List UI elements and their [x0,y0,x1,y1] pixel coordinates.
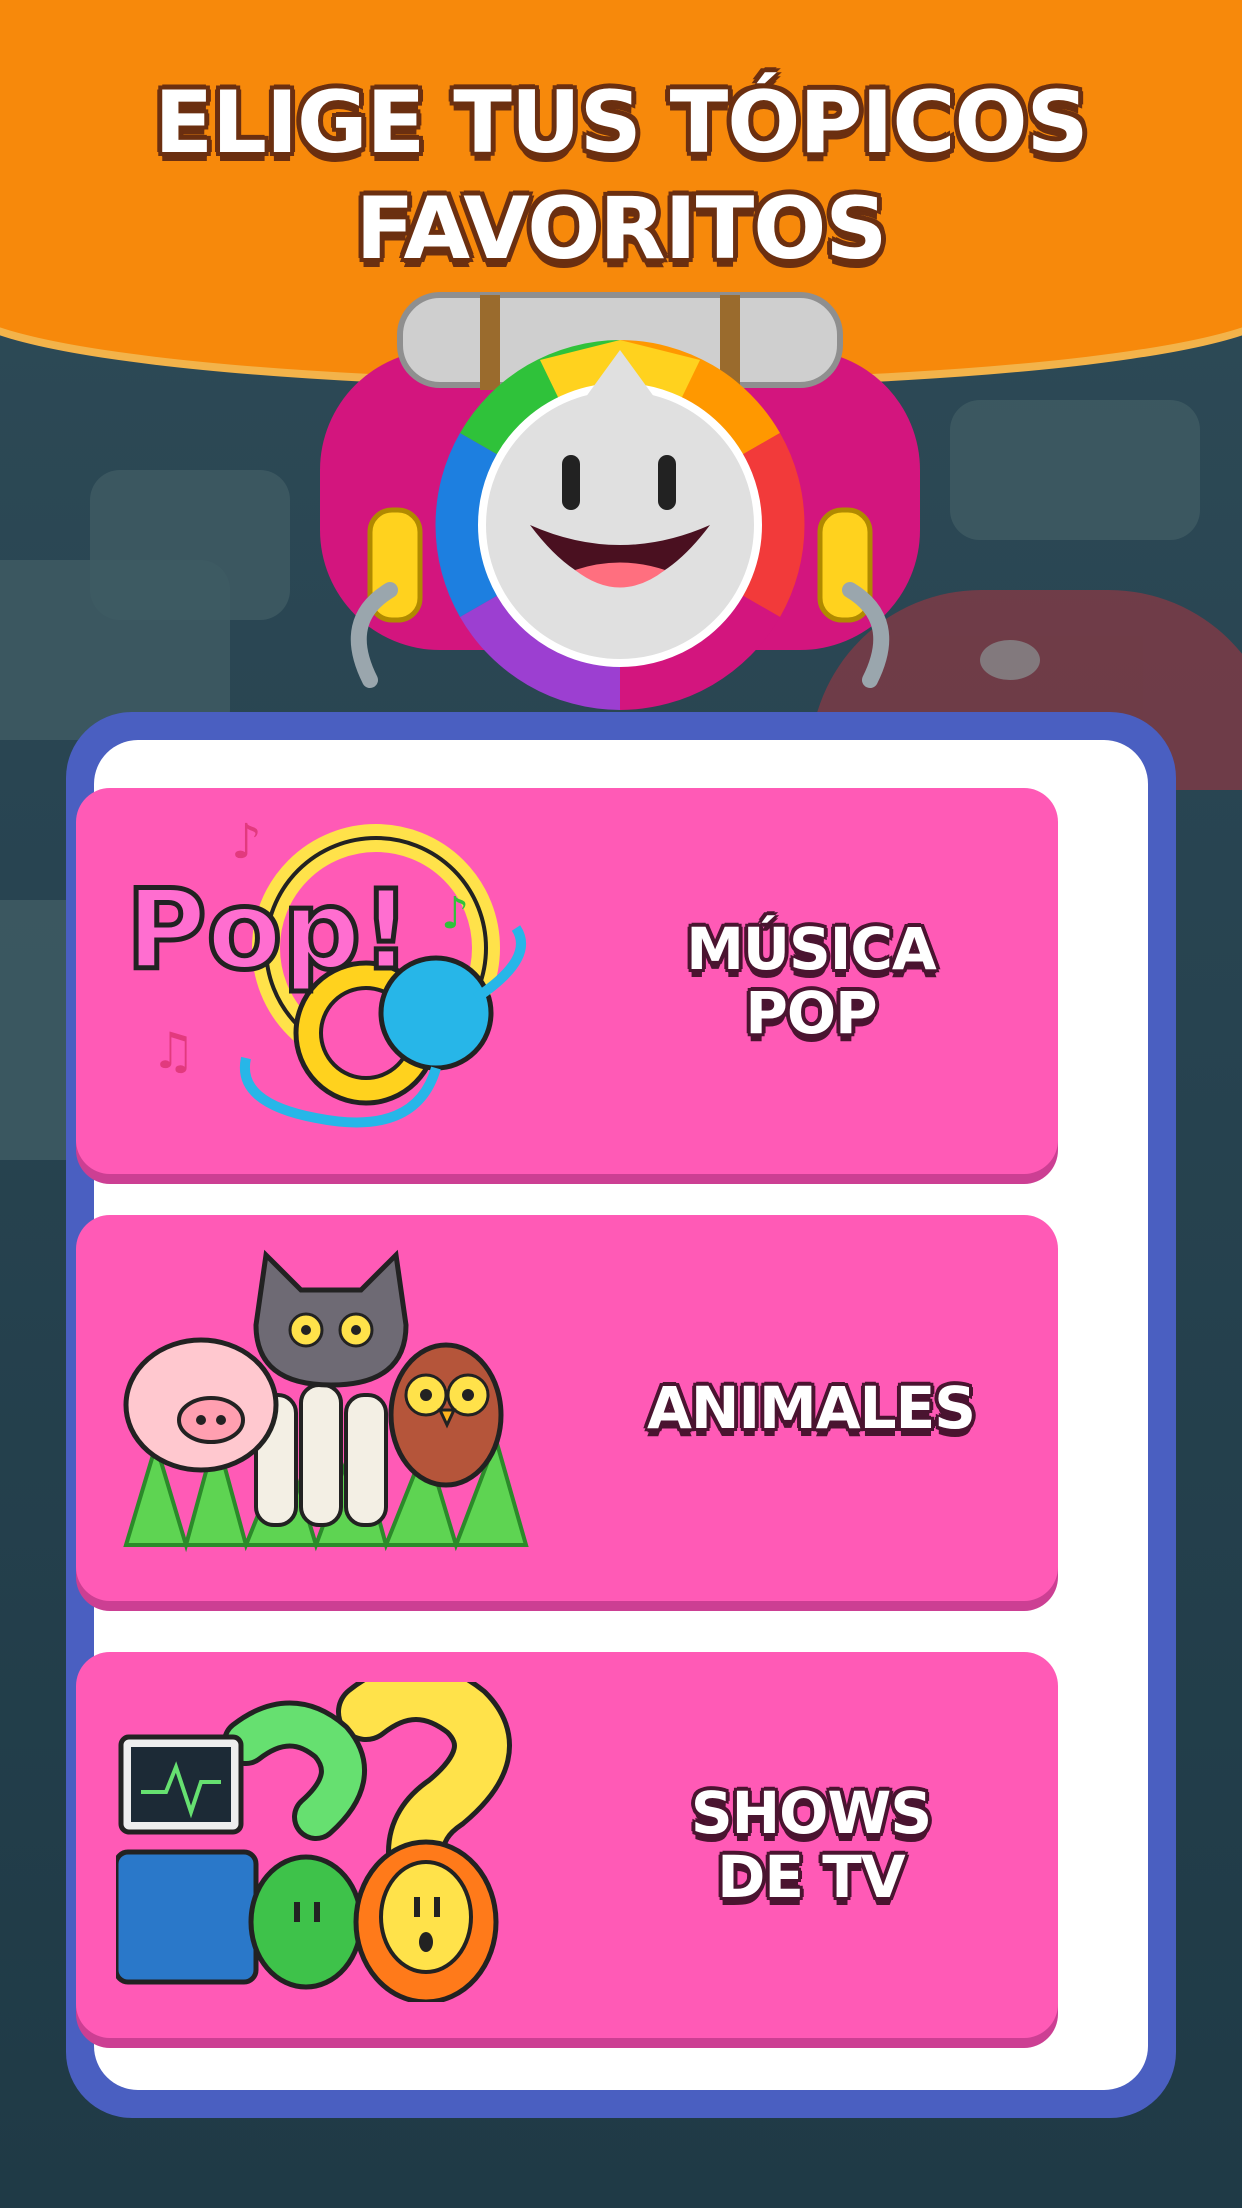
svg-text:Pop!: Pop! [126,866,411,994]
topic-label: SHOWS DE TV [690,1779,932,1911]
page-title: ELIGE TUS TÓPICOS FAVORITOS [154,73,1088,279]
svg-text:♪: ♪ [231,818,262,870]
topic-card-musica-pop[interactable]: Pop! ♪ ♫ ♪ MÚSICA POP [76,788,1058,1174]
topic-card-animales[interactable]: ANIMALES [76,1215,1058,1601]
tv-shows-icon [116,1682,536,2002]
animals-icon [116,1245,536,1565]
topic-label: ANIMALES [647,1374,976,1442]
topic-label: MÚSICA POP [686,915,937,1047]
trivia-spinner-mascot-icon [300,290,940,720]
background-rock [90,470,290,620]
svg-text:♫: ♫ [151,1022,196,1080]
background-rock [950,400,1200,540]
svg-text:♪: ♪ [441,888,469,939]
pop-headphones-icon: Pop! ♪ ♫ ♪ [116,818,536,1138]
topic-card-shows-de-tv[interactable]: SHOWS DE TV [76,1652,1058,2038]
